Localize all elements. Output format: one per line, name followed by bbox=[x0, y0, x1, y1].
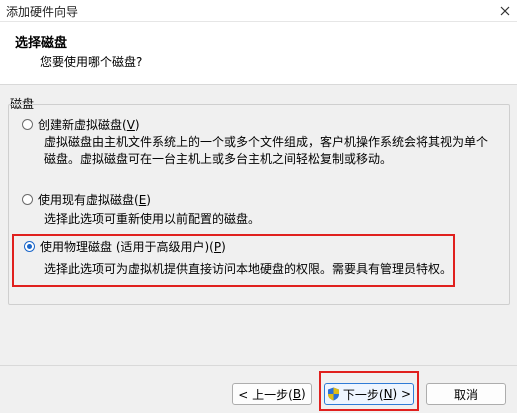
page-title: 选择磁盘 bbox=[15, 36, 68, 51]
radio-use-physical-disk[interactable] bbox=[24, 241, 35, 252]
radio-create-new-disk[interactable] bbox=[22, 119, 33, 130]
option-label: 创建新虚拟磁盘(V) bbox=[38, 118, 140, 132]
option-label: 使用物理磁盘 (适用于高级用户)(P) bbox=[40, 240, 226, 254]
option-use-existing-disk[interactable]: 使用现有虚拟磁盘(E) bbox=[22, 191, 151, 208]
option-description: 选择此选项可为虚拟机提供直接访问本地硬盘的权限。需要具有管理员特权。 bbox=[44, 262, 453, 276]
window-title: 添加硬件向导 bbox=[6, 5, 79, 19]
cancel-button[interactable]: 取消 bbox=[426, 383, 506, 405]
close-icon[interactable] bbox=[493, 0, 517, 21]
option-use-physical-disk[interactable]: 使用物理磁盘 (适用于高级用户)(P) bbox=[24, 238, 226, 255]
page-subtitle: 您要使用哪个磁盘? bbox=[40, 55, 143, 69]
option-create-new-disk[interactable]: 创建新虚拟磁盘(V) bbox=[22, 116, 140, 133]
option-label: 使用现有虚拟磁盘(E) bbox=[38, 193, 151, 207]
wizard-header: 选择磁盘 您要使用哪个磁盘? bbox=[0, 22, 517, 85]
radio-use-existing-disk[interactable] bbox=[22, 194, 33, 205]
uac-shield-icon bbox=[327, 387, 340, 401]
footer-separator bbox=[0, 365, 517, 366]
option-description: 虚拟磁盘由主机文件系统上的一个或多个文件组成，客户机操作系统会将其视为单个 磁盘… bbox=[44, 135, 489, 166]
back-button[interactable]: < 上一步(B) bbox=[232, 383, 312, 405]
title-bar: 添加硬件向导 bbox=[0, 0, 517, 22]
next-button[interactable]: 下一步(N) > bbox=[324, 383, 414, 405]
option-description: 选择此选项可重新使用以前配置的磁盘。 bbox=[44, 212, 261, 226]
